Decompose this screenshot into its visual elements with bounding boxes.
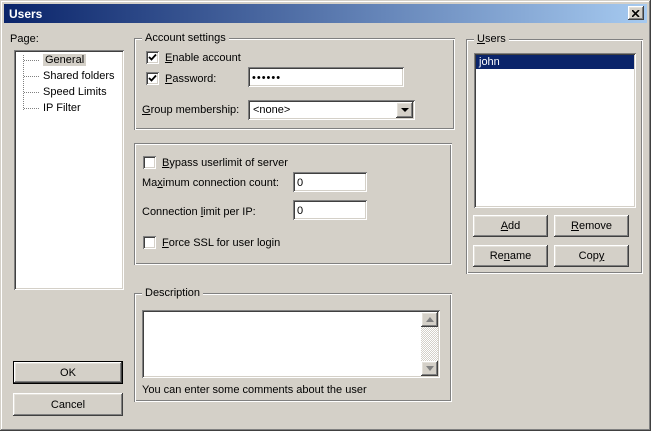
description-text[interactable] [144,312,421,376]
rename-button[interactable]: Rename [473,245,548,267]
scroll-down-button[interactable] [421,361,438,376]
description-title: Description [142,287,203,299]
remove-button[interactable]: Remove [554,215,629,237]
password-label: Password: [165,73,216,85]
arrow-up-icon [426,317,434,322]
password-input[interactable] [248,67,404,87]
titlebar[interactable]: Users [4,4,647,23]
bypass-userlimit-label: Bypass userlimit of server [162,157,288,169]
group-membership-label: Group membership: [142,104,239,116]
dropdown-button[interactable] [396,102,413,118]
password-checkbox[interactable] [146,72,159,85]
copy-button[interactable]: Copy [554,245,629,267]
enable-account-checkbox[interactable] [146,51,159,64]
page-label: Page: [10,33,39,45]
tree-item-label: Shared folders [43,70,115,82]
connection-per-ip-label: Connection limit per IP: [142,206,256,218]
cancel-button[interactable]: Cancel [13,393,123,416]
bypass-userlimit-checkbox[interactable] [143,156,156,169]
force-ssl-label: Force SSL for user login [162,237,280,249]
tree-item-label: General [43,54,86,66]
tree-item-label: IP Filter [43,102,81,114]
rename-button-label: Rename [490,250,532,262]
max-connection-input[interactable] [293,172,367,192]
group-membership-value: <none> [253,104,290,116]
enable-account-label: Enable account [165,52,241,64]
arrow-down-icon [426,366,434,371]
cancel-button-label: Cancel [51,399,85,411]
tree-item-label: Speed Limits [43,86,107,98]
description-hint: You can enter some comments about the us… [142,384,367,396]
scroll-up-button[interactable] [421,312,438,327]
force-ssl-checkbox[interactable] [143,236,156,249]
add-button[interactable]: Add [473,215,548,237]
users-dialog: Users Page: General Shared folders Speed… [0,0,651,431]
users-group-title: Users [474,33,509,45]
description-scrollbar[interactable] [421,312,438,376]
user-list-item[interactable]: john [476,55,634,69]
page-tree-list: General Shared folders Speed Limits IP F… [16,52,122,288]
copy-button-label: Copy [579,250,605,262]
tree-item-ip-filter[interactable]: IP Filter [16,100,122,116]
users-listbox[interactable]: john [474,53,636,208]
tree-item-general[interactable]: General [16,52,122,68]
ok-button-label: OK [60,367,76,379]
tree-item-shared-folders[interactable]: Shared folders [16,68,122,84]
ok-button[interactable]: OK [13,361,123,384]
close-icon [632,10,640,17]
description-textarea[interactable] [142,310,440,378]
account-settings-title: Account settings [142,32,229,44]
connection-per-ip-input[interactable] [293,200,367,220]
max-connection-label: Maximum connection count: [142,177,279,189]
page-tree: General Shared folders Speed Limits IP F… [14,50,124,290]
group-membership-select[interactable]: <none> [248,100,415,120]
tree-item-speed-limits[interactable]: Speed Limits [16,84,122,100]
close-button[interactable] [628,6,644,20]
add-button-label: Add [501,220,521,232]
checkmark-icon [148,53,157,62]
chevron-down-icon [401,108,409,112]
window-title: Users [4,7,42,21]
user-name: john [479,56,500,68]
remove-button-label: Remove [571,220,612,232]
checkmark-icon [148,74,157,83]
